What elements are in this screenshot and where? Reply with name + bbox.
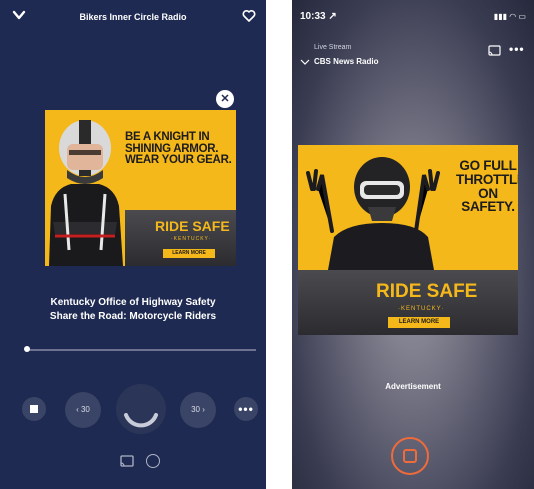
more-icon: ••• bbox=[238, 402, 254, 416]
rewind-30-button[interactable]: ‹ 30 bbox=[65, 392, 101, 428]
motorcycle-rider-image bbox=[45, 110, 125, 266]
chevron-down-icon[interactable] bbox=[300, 58, 310, 66]
close-ad-button[interactable]: ✕ bbox=[216, 90, 234, 108]
station-name: CBS News Radio bbox=[314, 57, 379, 66]
stop-button[interactable] bbox=[22, 397, 46, 421]
ad-brand-sub: ·KENTUCKY· bbox=[398, 306, 445, 312]
learn-more-button[interactable]: LEARN MORE bbox=[163, 249, 215, 258]
track-title: Kentucky Office of Highway Safety bbox=[50, 297, 216, 308]
status-time: 10:33 ↗ bbox=[300, 11, 337, 22]
heart-icon[interactable] bbox=[242, 9, 256, 23]
ad-headline: BE A KNIGHT IN SHINING ARMOR. WEAR YOUR … bbox=[125, 131, 232, 167]
advertisement-label: Advertisement bbox=[385, 382, 441, 391]
ad-headline-line: ON bbox=[478, 185, 498, 201]
learn-more-button[interactable]: LEARN MORE bbox=[388, 317, 450, 328]
ad-banner[interactable]: GO FULL THROTTLE ON SAFETY. RIDE SAFE ·K… bbox=[298, 145, 518, 335]
more-button[interactable]: ••• bbox=[234, 397, 258, 421]
progress-handle[interactable] bbox=[24, 346, 30, 352]
ad-headline-line: THROTTLE bbox=[456, 171, 518, 187]
ad-headline-line: WEAR YOUR GEAR. bbox=[125, 154, 232, 167]
status-icons: ▮▮▮ ◠ ▭ bbox=[493, 12, 526, 21]
left-player-screen: Bikers Inner Circle Radio ✕ BE A KNIGHT … bbox=[0, 0, 266, 489]
stop-icon bbox=[403, 449, 417, 463]
play-loading-button[interactable] bbox=[116, 384, 166, 434]
player-header: Bikers Inner Circle Radio bbox=[0, 0, 266, 36]
ad-brand: RIDE SAFE bbox=[155, 218, 230, 234]
ad-brand-sub: ·KENTUCKY· bbox=[171, 236, 212, 242]
rewind-label: ‹ 30 bbox=[76, 405, 90, 414]
stop-icon bbox=[30, 405, 38, 413]
track-subtitle: Share the Road: Motorcycle Riders bbox=[49, 311, 217, 322]
ad-headline-line: GO FULL bbox=[459, 158, 517, 173]
stop-button[interactable] bbox=[391, 437, 429, 475]
ad-headline: GO FULL THROTTLE ON SAFETY. bbox=[456, 159, 518, 214]
ad-headline-line: BE A KNIGHT IN bbox=[125, 131, 210, 143]
ad-banner[interactable]: BE A KNIGHT IN SHINING ARMOR. WEAR YOUR … bbox=[45, 110, 236, 266]
ad-headline-line: SAFETY. bbox=[461, 199, 515, 215]
loading-spinner-icon bbox=[124, 413, 158, 428]
right-player-screen: 10:33 ↗ ▮▮▮ ◠ ▭ Live Stream CBS News Rad… bbox=[292, 0, 534, 489]
forward-30-button[interactable]: 30 › bbox=[180, 392, 216, 428]
live-stream-label: Live Stream bbox=[314, 44, 352, 51]
airplay-icon[interactable] bbox=[146, 454, 160, 468]
motorcycle-rider-image bbox=[298, 145, 448, 270]
cast-icon[interactable] bbox=[488, 45, 501, 56]
forward-label: 30 › bbox=[191, 405, 205, 414]
more-icon[interactable]: ••• bbox=[509, 42, 525, 56]
ad-brand: RIDE SAFE bbox=[376, 281, 478, 302]
cast-icon[interactable] bbox=[120, 455, 134, 467]
progress-bar[interactable] bbox=[26, 349, 256, 351]
station-title: Bikers Inner Circle Radio bbox=[79, 12, 187, 22]
